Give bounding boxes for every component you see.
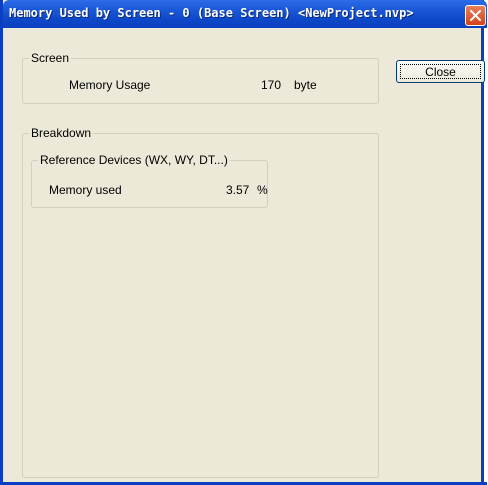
memory-used-value: 3.57 <box>226 183 250 197</box>
dialog-window: Memory Used by Screen - 0 (Base Screen) … <box>0 0 487 485</box>
memory-usage-value: 170 <box>261 78 282 92</box>
reference-devices-group: Reference Devices (WX, WY, DT...) Memory… <box>31 153 268 208</box>
screen-group: Screen Memory Usage 170 byte <box>22 51 379 104</box>
close-window-button[interactable] <box>465 5 486 26</box>
title-bar[interactable]: Memory Used by Screen - 0 (Base Screen) … <box>3 0 487 28</box>
close-x-icon <box>470 10 481 21</box>
memory-usage-label: Memory Usage <box>69 78 151 92</box>
close-button-label: Close <box>425 64 456 79</box>
breakdown-group: Breakdown Reference Devices (WX, WY, DT.… <box>22 126 379 478</box>
screen-group-label: Screen <box>29 51 72 65</box>
memory-usage-unit: byte <box>294 78 317 92</box>
window-title: Memory Used by Screen - 0 (Base Screen) … <box>9 6 414 20</box>
memory-used-label: Memory used <box>49 183 122 197</box>
memory-used-unit: % <box>257 183 268 197</box>
reference-devices-label: Reference Devices (WX, WY, DT...) <box>38 153 230 167</box>
close-button[interactable]: Close <box>396 60 485 83</box>
breakdown-group-label: Breakdown <box>29 126 94 140</box>
